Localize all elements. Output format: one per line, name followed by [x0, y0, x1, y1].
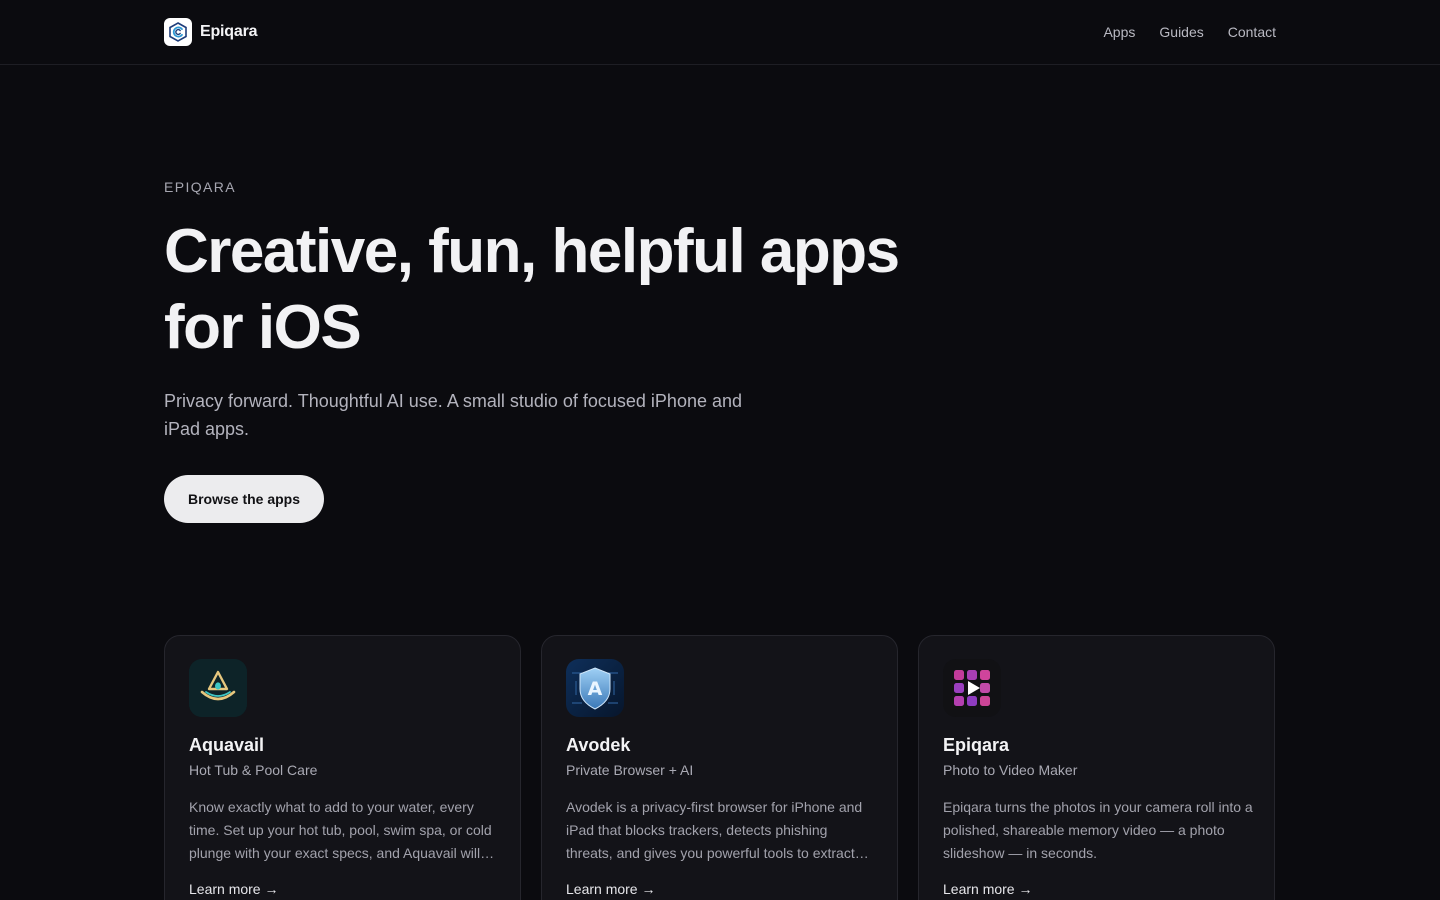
hero-eyebrow: EPIQARA — [164, 179, 237, 195]
app-description: Know exactly what to add to your water, … — [189, 799, 492, 861]
app-card-aquavail[interactable]: Aquavail Hot Tub & Pool Care Know exactl… — [164, 635, 521, 900]
epiqara-logo-icon — [164, 18, 192, 46]
app-tagline: Hot Tub & Pool Care — [189, 762, 318, 778]
avodek-app-icon: A — [566, 659, 624, 717]
learn-more-link[interactable]: Learn more → — [566, 881, 655, 897]
brand-link[interactable]: Epiqara — [164, 18, 257, 46]
app-tagline: Photo to Video Maker — [943, 762, 1078, 778]
nav-apps[interactable]: Apps — [1103, 22, 1135, 42]
main-nav: Apps Guides Contact — [1103, 22, 1276, 42]
site-header: Epiqara Apps Guides Contact — [0, 0, 1440, 65]
hero-headline: Creative, fun, helpful apps for iOS — [164, 217, 900, 362]
hero-subhead: Privacy forward. Thoughtful AI use. A sm… — [164, 391, 743, 439]
aquavail-app-icon — [189, 659, 247, 717]
learn-more-link[interactable]: Learn more → — [189, 881, 278, 897]
app-name: Epiqara — [943, 735, 1010, 755]
learn-more-link[interactable]: Learn more → — [943, 881, 1032, 897]
nav-contact[interactable]: Contact — [1228, 22, 1276, 42]
app-description: Epiqara turns the photos in your camera … — [943, 799, 1253, 861]
browse-apps-button[interactable]: Browse the apps — [164, 475, 324, 523]
app-card-epiqara[interactable]: Epiqara Photo to Video Maker Epiqara tur… — [918, 635, 1275, 900]
nav-guides[interactable]: Guides — [1159, 22, 1203, 42]
brand-name: Epiqara — [200, 23, 258, 40]
app-description: Avodek is a privacy-first browser for iP… — [566, 799, 863, 861]
app-name: Avodek — [566, 735, 631, 755]
app-name: Aquavail — [189, 735, 265, 755]
app-tagline: Private Browser + AI — [566, 762, 694, 778]
app-card-avodek[interactable]: A Avodek Private Browser + AI Avodek is … — [541, 635, 898, 900]
epiqara-app-icon — [943, 659, 1001, 717]
svg-text:A: A — [588, 678, 603, 700]
